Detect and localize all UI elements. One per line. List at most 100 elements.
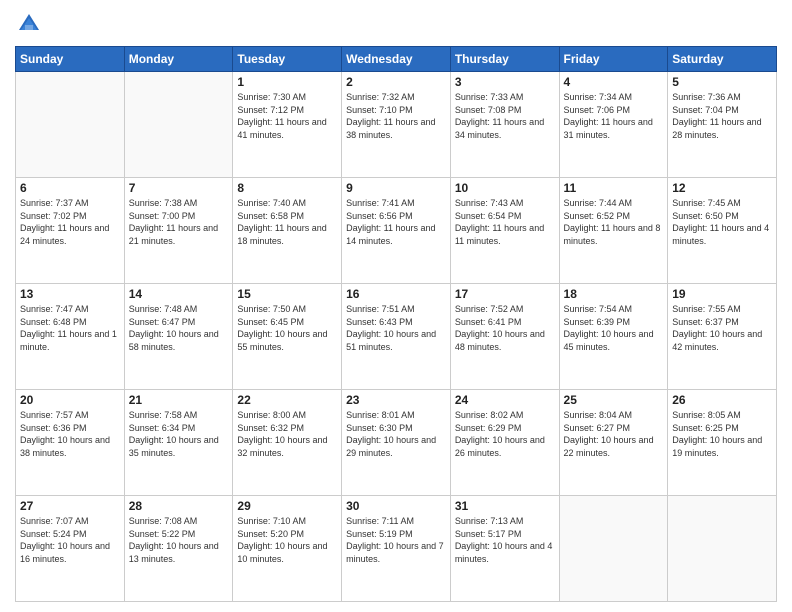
day-info: Sunrise: 8:01 AM Sunset: 6:30 PM Dayligh… (346, 409, 446, 459)
calendar-cell-3-3: 23 Sunrise: 8:01 AM Sunset: 6:30 PM Dayli… (342, 390, 451, 496)
day-info: Sunrise: 8:02 AM Sunset: 6:29 PM Dayligh… (455, 409, 555, 459)
day-number: 9 (346, 181, 446, 195)
calendar-cell-3-4: 24 Sunrise: 8:02 AM Sunset: 6:29 PM Dayli… (450, 390, 559, 496)
day-info: Sunrise: 7:57 AM Sunset: 6:36 PM Dayligh… (20, 409, 120, 459)
calendar-cell-1-6: 12Sunrise: 7:45 AM Sunset: 6:50 PM Dayli… (668, 178, 777, 284)
day-number: 15 (237, 287, 337, 301)
calendar-cell-4-6 (668, 496, 777, 602)
calendar-cell-2-4: 17Sunrise: 7:52 AM Sunset: 6:41 PM Dayli… (450, 284, 559, 390)
day-number: 22 (237, 393, 337, 407)
calendar-cell-0-6: 5 Sunrise: 7:36 AM Sunset: 7:04 PM Daylig… (668, 72, 777, 178)
day-number: 11 (564, 181, 664, 195)
calendar-table: SundayMondayTuesdayWednesdayThursdayFrid… (15, 46, 777, 602)
day-number: 2 (346, 75, 446, 89)
day-header-tuesday: Tuesday (233, 47, 342, 72)
calendar-cell-0-0 (16, 72, 125, 178)
calendar-cell-4-3: 30Sunrise: 7:11 AM Sunset: 5:19 PM Dayli… (342, 496, 451, 602)
day-info: Sunrise: 8:04 AM Sunset: 6:27 PM Dayligh… (564, 409, 664, 459)
page: SundayMondayTuesdayWednesdayThursdayFrid… (0, 0, 792, 612)
day-number: 24 (455, 393, 555, 407)
calendar-cell-0-4: 3 Sunrise: 7:33 AM Sunset: 7:08 PM Daylig… (450, 72, 559, 178)
week-row-0: 1 Sunrise: 7:30 AM Sunset: 7:12 PM Daylig… (16, 72, 777, 178)
day-info: Sunrise: 7:11 AM Sunset: 5:19 PM Dayligh… (346, 515, 446, 565)
day-number: 7 (129, 181, 229, 195)
calendar-cell-1-4: 10 Sunrise: 7:43 AM Sunset: 6:54 PM Dayli… (450, 178, 559, 284)
day-number: 5 (672, 75, 772, 89)
calendar-cell-1-2: 8Sunrise: 7:40 AM Sunset: 6:58 PM Daylig… (233, 178, 342, 284)
day-header-sunday: Sunday (16, 47, 125, 72)
day-number: 13 (20, 287, 120, 301)
day-info: Sunrise: 7:41 AM Sunset: 6:56 PM Dayligh… (346, 197, 446, 247)
day-info: Sunrise: 7:32 AM Sunset: 7:10 PM Dayligh… (346, 91, 446, 141)
day-number: 1 (237, 75, 337, 89)
day-header-friday: Friday (559, 47, 668, 72)
day-number: 14 (129, 287, 229, 301)
logo-icon (15, 10, 43, 38)
day-number: 6 (20, 181, 120, 195)
calendar-cell-0-3: 2 Sunrise: 7:32 AM Sunset: 7:10 PM Daylig… (342, 72, 451, 178)
calendar-cell-1-1: 7 Sunrise: 7:38 AM Sunset: 7:00 PM Daylig… (124, 178, 233, 284)
calendar-cell-1-0: 6 Sunrise: 7:37 AM Sunset: 7:02 PM Daylig… (16, 178, 125, 284)
calendar-cell-3-2: 22 Sunrise: 8:00 AM Sunset: 6:32 PM Dayli… (233, 390, 342, 496)
calendar-cell-4-4: 31Sunrise: 7:13 AM Sunset: 5:17 PM Dayli… (450, 496, 559, 602)
day-info: Sunrise: 7:37 AM Sunset: 7:02 PM Dayligh… (20, 197, 120, 247)
day-info: Sunrise: 7:48 AM Sunset: 6:47 PM Dayligh… (129, 303, 229, 353)
calendar-cell-2-1: 14 Sunrise: 7:48 AM Sunset: 6:47 PM Dayli… (124, 284, 233, 390)
day-info: Sunrise: 8:05 AM Sunset: 6:25 PM Dayligh… (672, 409, 772, 459)
calendar-cell-1-5: 11 Sunrise: 7:44 AM Sunset: 6:52 PM Dayli… (559, 178, 668, 284)
calendar-cell-4-5 (559, 496, 668, 602)
day-info: Sunrise: 7:52 AM Sunset: 6:41 PM Dayligh… (455, 303, 555, 353)
day-header-monday: Monday (124, 47, 233, 72)
day-info: Sunrise: 7:38 AM Sunset: 7:00 PM Dayligh… (129, 197, 229, 247)
day-header-saturday: Saturday (668, 47, 777, 72)
calendar-cell-3-0: 20 Sunrise: 7:57 AM Sunset: 6:36 PM Dayli… (16, 390, 125, 496)
day-header-thursday: Thursday (450, 47, 559, 72)
calendar-cell-2-3: 16Sunrise: 7:51 AM Sunset: 6:43 PM Dayli… (342, 284, 451, 390)
header (15, 10, 777, 38)
day-number: 10 (455, 181, 555, 195)
day-info: Sunrise: 7:44 AM Sunset: 6:52 PM Dayligh… (564, 197, 664, 247)
day-number: 23 (346, 393, 446, 407)
day-number: 8 (237, 181, 337, 195)
day-info: Sunrise: 7:54 AM Sunset: 6:39 PM Dayligh… (564, 303, 664, 353)
day-info: Sunrise: 7:50 AM Sunset: 6:45 PM Dayligh… (237, 303, 337, 353)
calendar-cell-2-2: 15 Sunrise: 7:50 AM Sunset: 6:45 PM Dayli… (233, 284, 342, 390)
day-number: 27 (20, 499, 120, 513)
day-info: Sunrise: 7:30 AM Sunset: 7:12 PM Dayligh… (237, 91, 337, 141)
calendar-cell-0-2: 1 Sunrise: 7:30 AM Sunset: 7:12 PM Daylig… (233, 72, 342, 178)
day-info: Sunrise: 7:58 AM Sunset: 6:34 PM Dayligh… (129, 409, 229, 459)
day-info: Sunrise: 7:36 AM Sunset: 7:04 PM Dayligh… (672, 91, 772, 141)
day-info: Sunrise: 7:10 AM Sunset: 5:20 PM Dayligh… (237, 515, 337, 565)
day-number: 26 (672, 393, 772, 407)
calendar-cell-2-6: 19 Sunrise: 7:55 AM Sunset: 6:37 PM Dayli… (668, 284, 777, 390)
calendar-cell-2-5: 18Sunrise: 7:54 AM Sunset: 6:39 PM Dayli… (559, 284, 668, 390)
day-info: Sunrise: 7:47 AM Sunset: 6:48 PM Dayligh… (20, 303, 120, 353)
day-info: Sunrise: 7:33 AM Sunset: 7:08 PM Dayligh… (455, 91, 555, 141)
calendar-cell-3-6: 26 Sunrise: 8:05 AM Sunset: 6:25 PM Dayli… (668, 390, 777, 496)
day-info: Sunrise: 8:00 AM Sunset: 6:32 PM Dayligh… (237, 409, 337, 459)
day-number: 19 (672, 287, 772, 301)
day-header-wednesday: Wednesday (342, 47, 451, 72)
day-info: Sunrise: 7:51 AM Sunset: 6:43 PM Dayligh… (346, 303, 446, 353)
day-number: 3 (455, 75, 555, 89)
week-row-1: 6 Sunrise: 7:37 AM Sunset: 7:02 PM Daylig… (16, 178, 777, 284)
day-info: Sunrise: 7:08 AM Sunset: 5:22 PM Dayligh… (129, 515, 229, 565)
calendar-cell-3-1: 21 Sunrise: 7:58 AM Sunset: 6:34 PM Dayli… (124, 390, 233, 496)
day-number: 29 (237, 499, 337, 513)
day-number: 21 (129, 393, 229, 407)
day-number: 4 (564, 75, 664, 89)
day-info: Sunrise: 7:55 AM Sunset: 6:37 PM Dayligh… (672, 303, 772, 353)
logo (15, 10, 47, 38)
day-number: 25 (564, 393, 664, 407)
day-number: 20 (20, 393, 120, 407)
calendar-cell-0-5: 4Sunrise: 7:34 AM Sunset: 7:06 PM Daylig… (559, 72, 668, 178)
week-row-2: 13 Sunrise: 7:47 AM Sunset: 6:48 PM Dayli… (16, 284, 777, 390)
calendar-body: 1 Sunrise: 7:30 AM Sunset: 7:12 PM Daylig… (16, 72, 777, 602)
day-number: 31 (455, 499, 555, 513)
day-info: Sunrise: 7:07 AM Sunset: 5:24 PM Dayligh… (20, 515, 120, 565)
day-info: Sunrise: 7:43 AM Sunset: 6:54 PM Dayligh… (455, 197, 555, 247)
calendar-cell-4-2: 29 Sunrise: 7:10 AM Sunset: 5:20 PM Dayli… (233, 496, 342, 602)
calendar-cell-4-0: 27 Sunrise: 7:07 AM Sunset: 5:24 PM Dayli… (16, 496, 125, 602)
week-row-3: 20 Sunrise: 7:57 AM Sunset: 6:36 PM Dayli… (16, 390, 777, 496)
calendar-cell-3-5: 25 Sunrise: 8:04 AM Sunset: 6:27 PM Dayli… (559, 390, 668, 496)
